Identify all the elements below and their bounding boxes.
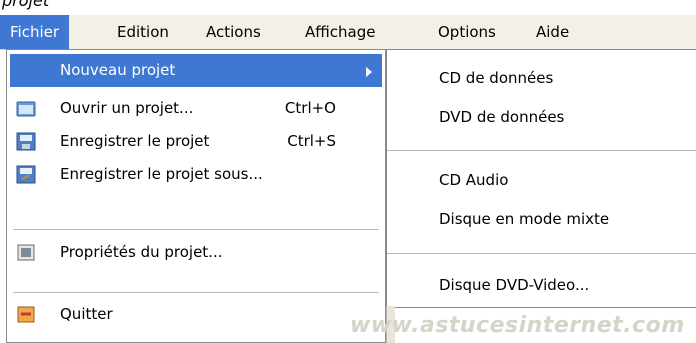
- menu-item-nouveau-projet[interactable]: Nouveau projet: [10, 54, 382, 87]
- menu-edition[interactable]: Edition: [107, 15, 179, 49]
- submenu-item-cd-audio[interactable]: CD Audio: [439, 164, 508, 196]
- menu-item-ouvrir-projet[interactable]: Ouvrir un projet... Ctrl+O: [10, 92, 382, 125]
- top-text-fragment: projet: [0, 0, 696, 14]
- menu-item-label: Nouveau projet: [60, 61, 176, 79]
- submenu-separator: [387, 253, 696, 254]
- submenu-item-dvd-donnees[interactable]: DVD de données: [439, 101, 564, 133]
- menu-shortcut: Ctrl+S: [287, 132, 336, 150]
- save-icon: [16, 132, 36, 151]
- menu-shortcut: Ctrl+O: [284, 99, 336, 117]
- menu-item-enregistrer-sous[interactable]: Enregistrer le projet sous...: [10, 158, 382, 191]
- properties-icon: [17, 244, 35, 261]
- file-menu-dropdown: Nouveau projet Ouvrir un projet... Ctrl+…: [6, 49, 386, 343]
- menu-fichier[interactable]: Fichier: [0, 15, 70, 49]
- menu-item-proprietes[interactable]: Propriétés du projet...: [10, 236, 382, 269]
- top-fragment-text: projet: [2, 0, 50, 10]
- new-project-submenu: CD de données DVD de données CD Audio Di…: [386, 49, 696, 308]
- menu-options[interactable]: Options: [428, 15, 506, 49]
- menu-aide[interactable]: Aide: [526, 15, 579, 49]
- save-as-icon: [16, 165, 36, 184]
- menu-bar: Fichier Edition Actions Affichage Option…: [0, 15, 696, 50]
- submenu-arrow-icon: [366, 67, 372, 77]
- menu-item-label: Enregistrer le projet: [60, 132, 210, 150]
- menu-item-label: Quitter: [60, 305, 113, 323]
- menu-item-label: Enregistrer le projet sous...: [60, 165, 263, 183]
- menu-item-enregistrer-projet[interactable]: Enregistrer le projet Ctrl+S: [10, 125, 382, 158]
- submenu-item-disque-mixte[interactable]: Disque en mode mixte: [439, 203, 609, 235]
- watermark: www.astucesinternet.com: [350, 313, 685, 338]
- menu-separator: [13, 292, 379, 293]
- folder-open-icon: [16, 101, 36, 117]
- menu-item-label: Ouvrir un projet...: [60, 99, 194, 117]
- submenu-item-dvd-video[interactable]: Disque DVD-Video...: [439, 269, 589, 301]
- menu-item-quitter[interactable]: Quitter: [10, 298, 382, 331]
- menu-separator: [13, 229, 379, 230]
- exit-icon: [17, 306, 35, 323]
- menu-actions[interactable]: Actions: [196, 15, 271, 49]
- submenu-item-cd-donnees[interactable]: CD de données: [439, 62, 553, 94]
- submenu-separator: [387, 150, 696, 151]
- menu-affichage[interactable]: Affichage: [295, 15, 385, 49]
- menu-item-label: Propriétés du projet...: [60, 243, 223, 261]
